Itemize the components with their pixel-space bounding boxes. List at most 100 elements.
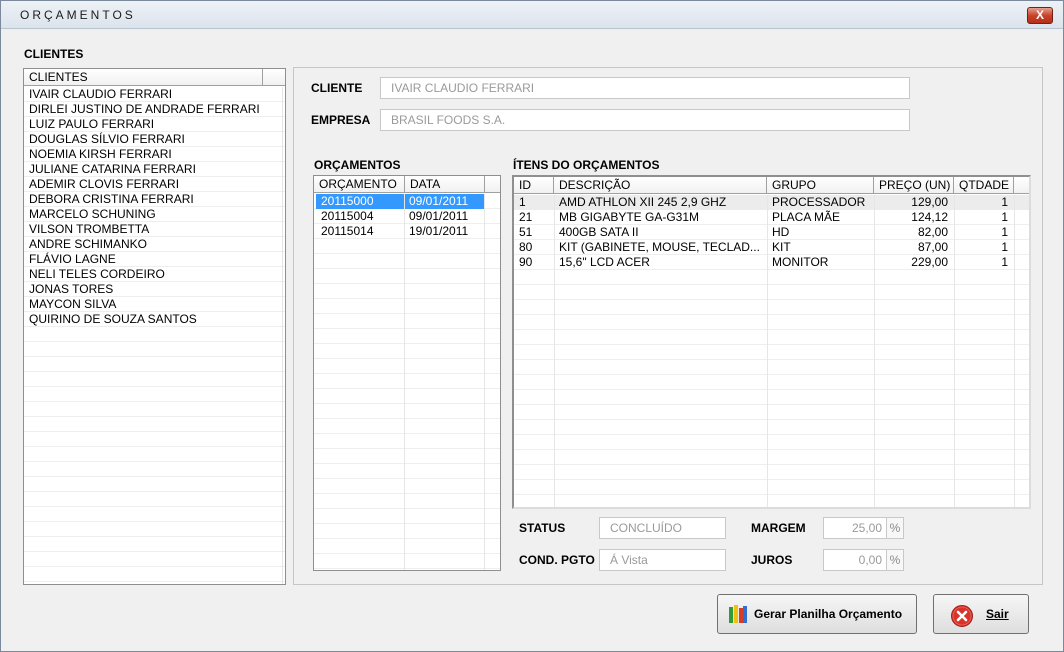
descricao-column-header[interactable]: DESCRIÇÃO	[554, 177, 767, 194]
preco-cell: 82,00	[917, 225, 948, 239]
clientes-grid-divider	[282, 87, 283, 584]
list-item[interactable]: VILSON TROMBETTA	[24, 222, 285, 237]
status-label: STATUS	[519, 521, 566, 535]
list-item[interactable]: DOUGLAS SÍLVIO FERRARI	[24, 132, 285, 147]
list-item[interactable]: QUIRINO DE SOUZA SANTOS	[24, 312, 285, 327]
list-item[interactable]: NELI TELES CORDEIRO	[24, 267, 285, 282]
empresa-field[interactable]: BRASIL FOODS S.A.	[380, 109, 910, 131]
cliente-label: CLIENTE	[311, 81, 363, 95]
orcamentos-grid-header: ORÇAMENTO DATA	[314, 176, 500, 193]
itens-grid-divider	[767, 195, 768, 507]
qtdade-cell: 1	[1001, 195, 1008, 209]
status-field[interactable]: CONCLUÍDO	[599, 517, 726, 539]
orcamento-cell: 20115014	[321, 224, 374, 238]
table-row[interactable]: 20115000 09/01/2011	[314, 194, 500, 209]
orcamentos-grid-divider	[484, 194, 485, 570]
qtdade-cell: 1	[1001, 255, 1008, 269]
data-column-header[interactable]: DATA	[405, 176, 485, 193]
cliente-name: MAYCON SILVA	[29, 297, 117, 311]
juros-field[interactable]: 0,00	[823, 549, 887, 571]
table-row[interactable]: 1 AMD ATHLON XII 245 2,9 GHZ PROCESSADOR 12…	[514, 195, 1029, 210]
descricao-cell: 400GB SATA II	[559, 225, 639, 239]
descricao-cell: AMD ATHLON XII 245 2,9 GHZ	[559, 195, 727, 209]
itens-grid-divider	[554, 195, 555, 507]
sair-button[interactable]: Sair	[933, 594, 1029, 634]
clientes-column-header[interactable]: CLIENTES	[24, 69, 263, 86]
table-row[interactable]: 20115004 09/01/2011	[314, 209, 500, 224]
empresa-label: EMPRESA	[311, 113, 371, 127]
preco-cell: 124,12	[911, 210, 948, 224]
itens-grid-body: 1 AMD ATHLON XII 245 2,9 GHZ PROCESSADOR 12…	[514, 195, 1029, 507]
id-cell: 51	[519, 225, 533, 239]
clientes-header-filler	[263, 69, 285, 86]
gerar-planilha-button[interactable]: Gerar Planilha Orçamento	[717, 594, 917, 634]
orcamento-column-header[interactable]: ORÇAMENTO	[314, 176, 405, 193]
preco-cell: 229,00	[911, 255, 948, 269]
list-item[interactable]: FLÁVIO LAGNE	[24, 252, 285, 267]
list-item[interactable]: JONAS TORES	[24, 282, 285, 297]
preco-cell: 87,00	[917, 240, 948, 254]
table-row[interactable]: 80 KIT (GABINETE, MOUSE, TECLAD... KIT 87,0…	[514, 240, 1029, 255]
clientes-section-label: CLIENTES	[24, 47, 84, 61]
grupo-cell: KIT	[772, 240, 791, 254]
spreadsheet-icon	[729, 605, 747, 623]
orcamento-cell: 20115004	[321, 209, 374, 223]
grupo-column-header[interactable]: GRUPO	[767, 177, 874, 194]
id-cell: 80	[519, 240, 533, 254]
exit-icon	[951, 605, 973, 627]
window: ORÇAMENTOS X CLIENTES CLIENTES IVAIR CLA…	[0, 0, 1064, 652]
qtdade-cell: 1	[1001, 210, 1008, 224]
cliente-name: ANDRE SCHIMANKO	[29, 237, 148, 251]
close-window-button[interactable]: X	[1027, 7, 1053, 24]
id-cell: 90	[519, 255, 533, 269]
orcamentos-grid-divider	[404, 194, 405, 570]
orcamento-cell: 20115000	[316, 194, 404, 209]
preco-cell: 129,00	[911, 195, 948, 209]
itens-grid[interactable]: ID DESCRIÇÃO GRUPO PREÇO (UN) QTDADE 1 AM…	[512, 175, 1031, 509]
list-item[interactable]: MARCELO SCHUNING	[24, 207, 285, 222]
data-cell: 09/01/2011	[404, 194, 484, 209]
margem-percent-suffix: %	[886, 517, 904, 539]
itens-grid-divider	[954, 195, 955, 507]
clientes-grid[interactable]: CLIENTES IVAIR CLAUDIO FERRARI DIRLEI JUS…	[23, 68, 286, 585]
table-row[interactable]: 20115014 19/01/2011	[314, 224, 500, 239]
cliente-name: ADEMIR CLOVIS FERRARI	[29, 177, 180, 191]
list-item[interactable]: IVAIR CLAUDIO FERRARI	[24, 87, 285, 102]
orcamentos-grid[interactable]: ORÇAMENTO DATA 20115000 09/01/2011 2011500…	[313, 175, 501, 571]
qtdade-cell: 1	[1001, 225, 1008, 239]
id-cell: 1	[519, 195, 526, 209]
list-item[interactable]: DEBORA CRISTINA FERRARI	[24, 192, 285, 207]
table-row[interactable]: 90 15,6" LCD ACER MONITOR 229,00 1	[514, 255, 1029, 270]
qtdade-column-header[interactable]: QTDADE	[954, 177, 1014, 194]
cliente-name: MARCELO SCHUNING	[29, 207, 156, 221]
cliente-name: VILSON TROMBETTA	[29, 222, 150, 236]
cliente-name: DEBORA CRISTINA FERRARI	[29, 192, 194, 206]
cliente-name: JULIANE CATARINA FERRARI	[29, 162, 196, 176]
list-item[interactable]: MAYCON SILVA	[24, 297, 285, 312]
list-item[interactable]: LUIZ PAULO FERRARI	[24, 117, 285, 132]
preco-column-header[interactable]: PREÇO (UN)	[874, 177, 954, 194]
cliente-name: NELI TELES CORDEIRO	[29, 267, 165, 281]
list-item[interactable]: JULIANE CATARINA FERRARI	[24, 162, 285, 177]
close-icon: X	[1035, 8, 1044, 22]
cliente-name: LUIZ PAULO FERRARI	[29, 117, 155, 131]
gerar-planilha-label: Gerar Planilha Orçamento	[754, 607, 903, 621]
descricao-cell: MB GIGABYTE GA-G31M	[559, 210, 700, 224]
itens-grid-divider	[874, 195, 875, 507]
data-cell: 19/01/2011	[409, 224, 469, 238]
margem-field[interactable]: 25,00	[823, 517, 887, 539]
list-item[interactable]: ANDRE SCHIMANKO	[24, 237, 285, 252]
cliente-name: FLÁVIO LAGNE	[29, 252, 116, 266]
cliente-field[interactable]: IVAIR CLAUDIO FERRARI	[380, 77, 910, 99]
clientes-rows: IVAIR CLAUDIO FERRARI DIRLEI JUSTINO DE A…	[24, 87, 285, 327]
cond-pgto-field[interactable]: Á Vista	[599, 549, 726, 571]
list-item[interactable]: ADEMIR CLOVIS FERRARI	[24, 177, 285, 192]
qtdade-cell: 1	[1001, 240, 1008, 254]
id-column-header[interactable]: ID	[514, 177, 554, 194]
table-row[interactable]: 51 400GB SATA II HD 82,00 1	[514, 225, 1029, 240]
list-item[interactable]: NOEMIA KIRSH FERRARI	[24, 147, 285, 162]
list-item[interactable]: DIRLEI JUSTINO DE ANDRADE FERRARI	[24, 102, 285, 117]
itens-rows: 1 AMD ATHLON XII 245 2,9 GHZ PROCESSADOR 12…	[514, 195, 1029, 270]
table-row[interactable]: 21 MB GIGABYTE GA-G31M PLACA MÃE 124,12 1	[514, 210, 1029, 225]
cliente-name: DIRLEI JUSTINO DE ANDRADE FERRARI	[29, 102, 260, 116]
